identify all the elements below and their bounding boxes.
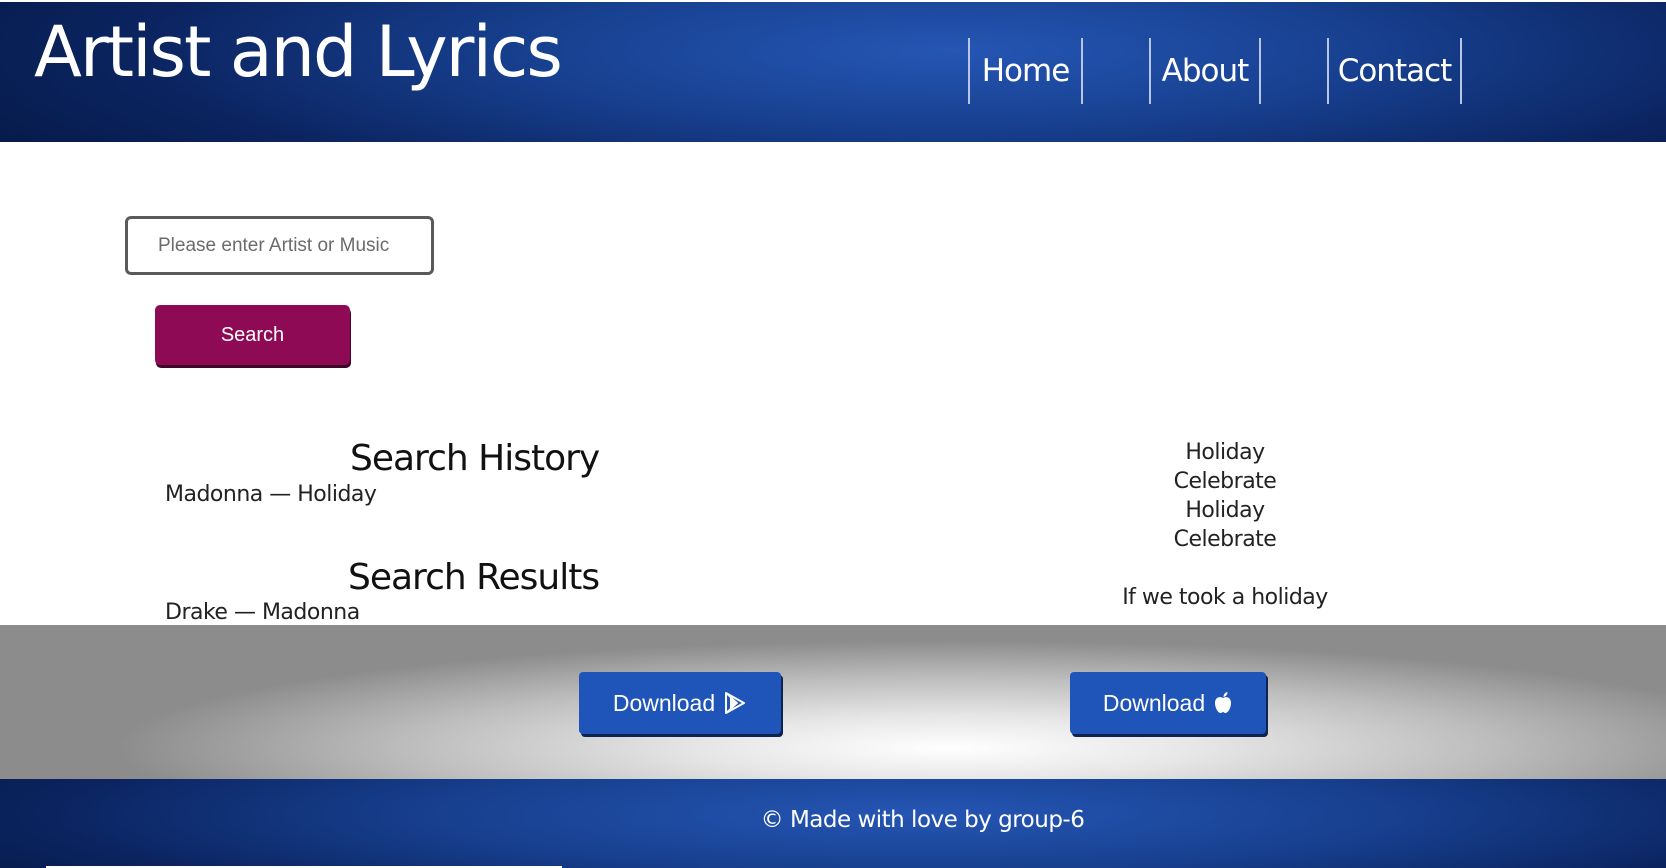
search-button[interactable]: Search: [155, 305, 350, 365]
apple-icon: [1213, 691, 1233, 715]
download-section: [0, 625, 1666, 779]
lyric-line: Holiday: [1185, 440, 1265, 465]
download-android-button[interactable]: Download: [579, 672, 781, 734]
lyric-line: Celebrate: [1173, 527, 1277, 552]
lyric-line: Holiday: [1185, 498, 1265, 523]
lyrics-panel: Holiday Celebrate Holiday Celebrate If w…: [1025, 438, 1425, 612]
search-history-entry: Madonna — Holiday: [165, 482, 377, 507]
search-input[interactable]: [125, 216, 434, 275]
lyric-line: [1025, 554, 1425, 583]
download-apple-button[interactable]: Download: [1070, 672, 1266, 734]
search-results-entry: Drake — Madonna: [165, 600, 360, 625]
lyric-line: If we took a holiday: [1122, 585, 1328, 610]
nav-contact-link[interactable]: Contact: [1327, 38, 1462, 104]
site-footer: © Made with love by group-6: [0, 779, 1666, 868]
footer-credit: © Made with love by group-6: [760, 807, 1085, 833]
download-apple-label: Download: [1102, 689, 1206, 716]
lyric-line: Celebrate: [1173, 469, 1277, 494]
download-android-label: Download: [612, 689, 716, 716]
search-results-heading: Search Results: [348, 557, 600, 598]
play-store-icon: [723, 691, 747, 715]
nav-home-link[interactable]: Home: [968, 38, 1083, 104]
site-title: Artist and Lyrics: [34, 11, 563, 93]
search-history-heading: Search History: [350, 438, 600, 479]
site-header: Artist and Lyrics Home About Contact: [0, 0, 1666, 142]
nav-about-link[interactable]: About: [1149, 38, 1261, 104]
